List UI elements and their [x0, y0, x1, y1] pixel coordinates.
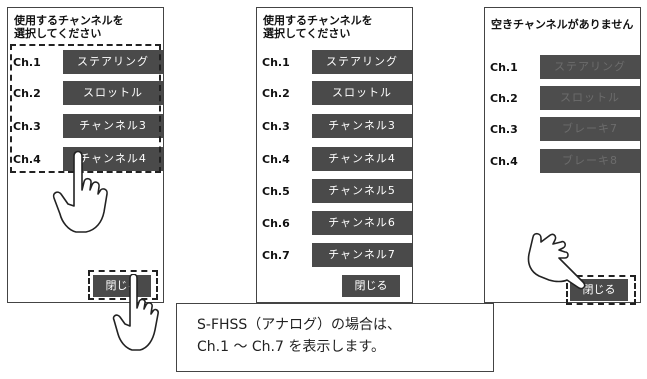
- channel-label: Ch.1: [490, 61, 518, 74]
- channel-button-6[interactable]: チャンネル6: [312, 211, 412, 235]
- channel-button-1[interactable]: ステアリング: [312, 50, 412, 74]
- screen-title: 使用するチャンネルを 選択してください: [263, 14, 373, 40]
- note-box: S-FHSS（アナログ）の場合は、 Ch.1 ～ Ch.7 を表示します。: [176, 303, 494, 372]
- channel-label: Ch.2: [262, 87, 290, 100]
- channel-label: Ch.6: [262, 217, 290, 230]
- pointing-hand-icon: [52, 150, 108, 233]
- channel-label: Ch.4: [262, 153, 290, 166]
- channel-button-3: ブレーキ7: [540, 117, 640, 141]
- channel-label: Ch.7: [262, 249, 290, 262]
- channel-label: Ch.3: [262, 120, 290, 133]
- channel-label: Ch.3: [490, 123, 518, 136]
- channel-label: Ch.1: [262, 56, 290, 69]
- channel-button-3[interactable]: チャンネル3: [312, 114, 412, 138]
- pointing-hand-icon: [112, 274, 159, 351]
- channel-button-2[interactable]: スロットル: [312, 81, 412, 105]
- channel-select-screen-2: 使用するチャンネルを 選択してください Ch.1 ステアリング Ch.2 スロッ…: [256, 7, 413, 303]
- pointing-hand-icon: [527, 232, 586, 290]
- screen-title: 使用するチャンネルを 選択してください: [14, 14, 124, 40]
- channel-button-4: ブレーキ8: [540, 149, 640, 173]
- channel-button-4[interactable]: チャンネル4: [312, 147, 412, 171]
- close-button[interactable]: 閉じる: [342, 275, 400, 297]
- channel-label: Ch.4: [490, 155, 518, 168]
- channel-label: Ch.5: [262, 185, 290, 198]
- channel-button-1: ステアリング: [540, 55, 640, 79]
- channel-button-7[interactable]: チャンネル7: [312, 243, 412, 267]
- channel-button-2: スロットル: [540, 86, 640, 110]
- channel-label: Ch.2: [490, 92, 518, 105]
- screen-title: 空きチャンネルがありません: [491, 18, 634, 31]
- channel-button-5[interactable]: チャンネル5: [312, 179, 412, 203]
